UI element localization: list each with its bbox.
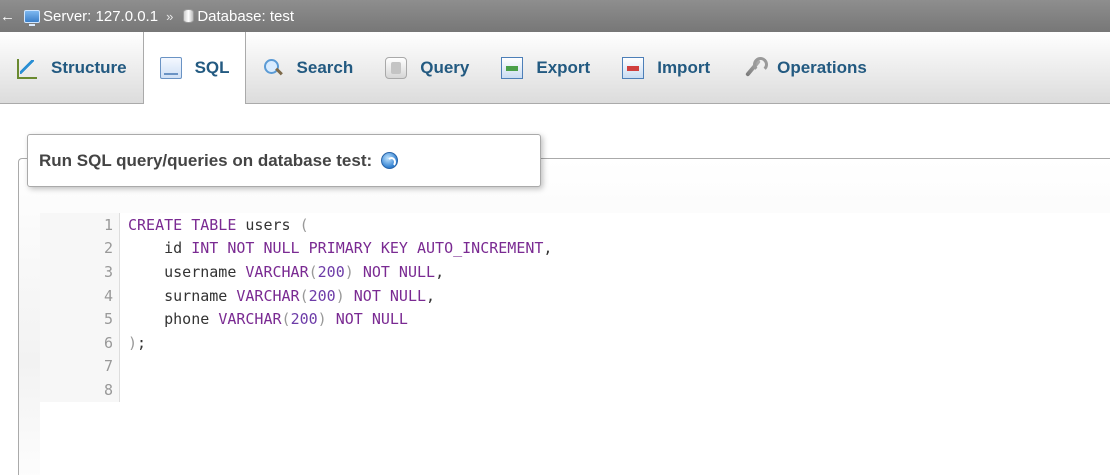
code-text[interactable]: CREATE TABLE users ( xyxy=(120,216,309,234)
code-line[interactable]: 4 surname VARCHAR(200) NOT NULL, xyxy=(40,283,1110,308)
tab-search-label: Search xyxy=(296,57,354,77)
search-icon xyxy=(262,57,284,79)
tab-export-label: Export xyxy=(536,57,591,77)
code-token: INT NOT NULL PRIMARY KEY AUTO_INCREMENT xyxy=(191,239,544,258)
line-number: 7 xyxy=(40,354,120,379)
code-token: ( xyxy=(299,286,309,305)
code-token: ( xyxy=(299,215,309,234)
tab-import-label: Import xyxy=(657,57,711,77)
breadcrumb-database[interactable]: Database: test xyxy=(183,8,294,25)
code-token: phone xyxy=(128,310,219,329)
code-token: , xyxy=(426,286,436,305)
back-arrow-icon[interactable]: ← xyxy=(0,8,15,25)
code-token: , xyxy=(543,239,553,258)
code-token: 200 xyxy=(290,310,318,329)
tab-sql[interactable]: SQL xyxy=(142,32,246,104)
database-icon xyxy=(183,9,195,23)
tab-query-label: Query xyxy=(420,57,470,77)
code-token: users xyxy=(236,215,300,234)
tab-bar: Structure SQL Search Query Export Import… xyxy=(0,32,1110,104)
code-token: CREATE TABLE xyxy=(128,215,237,234)
code-line[interactable]: 1 CREATE TABLE users ( xyxy=(40,213,1110,237)
code-token: VARCHAR xyxy=(218,310,282,329)
code-token: surname xyxy=(128,286,237,305)
tab-structure-label: Structure xyxy=(51,57,127,77)
breadcrumb: ← Server: 127.0.0.1 » Database: test xyxy=(0,0,1110,32)
code-line[interactable]: 7 xyxy=(40,354,1110,379)
help-icon[interactable] xyxy=(381,152,399,169)
sql-icon xyxy=(159,57,182,79)
line-number: 8 xyxy=(40,378,120,402)
panel-legend: Run SQL query/queries on database test: xyxy=(27,134,541,187)
line-number: 6 xyxy=(40,330,120,355)
code-text[interactable]: phone VARCHAR(200) NOT NULL xyxy=(120,310,408,328)
tab-operations-label: Operations xyxy=(777,57,867,77)
tab-import[interactable]: Import xyxy=(606,32,726,103)
operations-icon xyxy=(742,56,769,79)
tab-search[interactable]: Search xyxy=(246,32,370,103)
code-token: 200 xyxy=(308,286,336,305)
import-icon xyxy=(622,56,645,79)
code-line[interactable]: 3 username VARCHAR(200) NOT NULL, xyxy=(40,260,1110,284)
code-line[interactable]: 2 id INT NOT NULL PRIMARY KEY AUTO_INCRE… xyxy=(40,236,1110,261)
line-number: 3 xyxy=(40,260,120,284)
code-token: ) xyxy=(128,333,138,352)
code-token: VARCHAR xyxy=(245,262,309,281)
code-line[interactable]: 5 phone VARCHAR(200) NOT NULL xyxy=(40,307,1110,331)
code-token: NOT NULL xyxy=(353,286,427,305)
code-token: 200 xyxy=(317,262,345,281)
breadcrumb-database-label[interactable]: Database: test xyxy=(197,8,294,25)
tab-sql-label: SQL xyxy=(194,58,230,77)
code-text[interactable]: surname VARCHAR(200) NOT NULL, xyxy=(120,287,435,305)
code-token: ) xyxy=(317,310,327,329)
code-line[interactable]: 8 xyxy=(40,378,1110,402)
server-icon xyxy=(24,9,40,26)
code-token: NOT NULL xyxy=(362,262,436,281)
code-line[interactable]: 6); xyxy=(40,330,1110,355)
query-icon xyxy=(385,56,408,79)
structure-icon xyxy=(16,57,38,79)
panel-legend-text: Run SQL query/queries on database test: xyxy=(39,150,373,170)
code-token: NOT NULL xyxy=(335,310,408,329)
tab-structure[interactable]: Structure xyxy=(0,32,143,103)
tab-operations[interactable]: Operations xyxy=(726,32,883,103)
breadcrumb-separator: » xyxy=(166,8,174,24)
code-token: ; xyxy=(137,333,147,352)
code-token: id xyxy=(128,239,192,258)
tab-export[interactable]: Export xyxy=(485,32,606,103)
code-text[interactable]: id INT NOT NULL PRIMARY KEY AUTO_INCREME… xyxy=(120,239,552,257)
code-token: VARCHAR xyxy=(236,286,300,305)
code-token: username xyxy=(128,262,246,281)
line-number: 2 xyxy=(40,236,120,261)
export-icon xyxy=(501,56,524,79)
code-token: ) xyxy=(335,286,345,305)
code-token: ( xyxy=(281,310,291,329)
tab-query[interactable]: Query xyxy=(369,32,485,103)
sql-editor[interactable]: 1 CREATE TABLE users (2 id INT NOT NULL P… xyxy=(40,213,1110,475)
code-token: ) xyxy=(344,262,354,281)
code-token: ( xyxy=(308,262,318,281)
breadcrumb-server-label[interactable]: Server: 127.0.0.1 xyxy=(43,8,158,25)
line-number: 5 xyxy=(40,307,120,331)
line-number: 1 xyxy=(40,213,120,237)
code-token: , xyxy=(435,262,445,281)
line-number: 4 xyxy=(40,283,120,308)
breadcrumb-server[interactable]: Server: 127.0.0.1 xyxy=(24,8,158,26)
code-text[interactable]: username VARCHAR(200) NOT NULL, xyxy=(120,263,444,281)
code-text[interactable]: ); xyxy=(120,334,146,352)
